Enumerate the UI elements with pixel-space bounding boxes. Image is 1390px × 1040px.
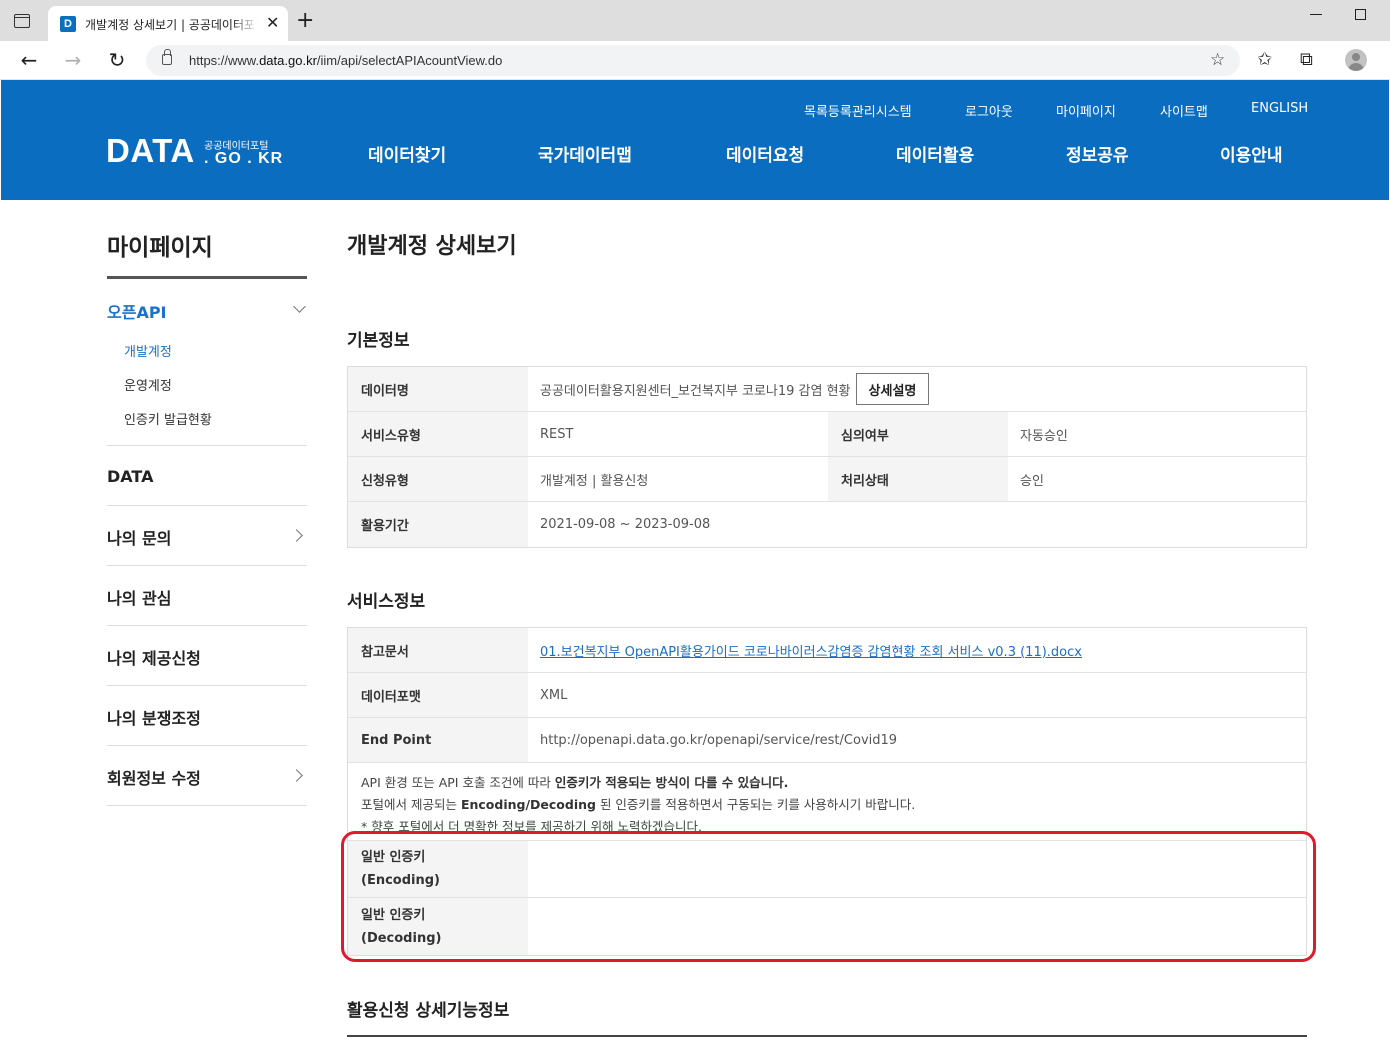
table-row: 활용기간 2021-09-08 ~ 2023-09-08 <box>348 502 1306 547</box>
sidebar-divider <box>107 805 307 806</box>
row-label: 처리상태 <box>828 457 1008 501</box>
row-label: 심의여부 <box>828 412 1008 456</box>
forward-icon[interactable]: → <box>60 48 86 72</box>
table-row: 참고문서 01.보건복지부 OpenAPI활용가이드 코로나바이러스감염증 감염… <box>348 628 1306 673</box>
sidebar-divider <box>107 625 307 626</box>
chevron-right-icon[interactable] <box>290 769 303 782</box>
site-logo[interactable]: DATA 공공데이터포털 . GO . KR <box>106 132 286 172</box>
basic-info-table: 데이터명 공공데이터활용지원센터_보건복지부 코로나19 감염 현황 상세설명 … <box>347 366 1307 548</box>
sidebar-item-my-provision[interactable]: 나의 제공신청 <box>107 645 201 669</box>
row-value: 공공데이터활용지원센터_보건복지부 코로나19 감염 현황 상세설명 <box>528 367 1306 411</box>
row-label: 활용기간 <box>348 502 528 547</box>
key-notice: API 환경 또는 API 호출 조건에 따라 인증키가 적용되는 방식이 다를… <box>348 763 1306 841</box>
row-value: XML <box>540 687 568 703</box>
row-value: REST <box>540 426 574 442</box>
util-link-logout[interactable]: 로그아웃 <box>965 101 1013 120</box>
favorites-icon[interactable]: ✩ <box>1257 50 1272 70</box>
sidebar-item-edit-member[interactable]: 회원정보 수정 <box>107 765 201 789</box>
section-title-detail-function: 활용신청 상세기능정보 <box>347 1001 510 1021</box>
row-value: 2021-09-08 ~ 2023-09-08 <box>540 517 711 532</box>
site-header: DATA 공공데이터포털 . GO . KR 목록등록관리시스템 로그아웃 마이… <box>1 80 1389 200</box>
add-favorite-icon[interactable]: ☆ <box>1210 50 1225 70</box>
table-row: 신청유형 개발계정 | 활용신청 처리상태 승인 <box>348 457 1306 502</box>
maximize-icon[interactable] <box>1355 9 1366 20</box>
address-bar[interactable]: https://www.data.go.kr/iim/api/selectAPI… <box>146 45 1240 76</box>
sidebar-item-open-api[interactable]: 오픈API <box>107 299 167 323</box>
table-row: 데이터포맷 XML <box>348 673 1306 718</box>
gnb-info-share[interactable]: 정보공유 <box>1066 141 1129 166</box>
notice-line: API 환경 또는 API 호출 조건에 따라 인증키가 적용되는 방식이 다를… <box>361 775 789 790</box>
row-label: End Point <box>348 718 528 762</box>
sidebar-divider <box>107 445 307 446</box>
sidebar-subitem-ops-account[interactable]: 운영계정 <box>124 375 172 394</box>
sidebar-title: 마이페이지 <box>107 235 213 261</box>
highlight-annotation <box>341 831 1316 962</box>
row-value: 01.보건복지부 OpenAPI활용가이드 코로나바이러스감염증 감염현황 조회… <box>528 628 1306 672</box>
section-title-service: 서비스정보 <box>347 592 426 612</box>
refresh-icon[interactable]: ↻ <box>104 48 130 72</box>
row-value: 자동승인 <box>1020 428 1068 444</box>
gnb-data-request[interactable]: 데이터요청 <box>726 141 804 166</box>
sidebar-item-data[interactable]: DATA <box>107 467 153 486</box>
tab-actions-icon[interactable] <box>14 14 30 28</box>
table-row: End Point http://openapi.data.go.kr/open… <box>348 718 1306 763</box>
sidebar-item-my-interest[interactable]: 나의 관심 <box>107 585 171 609</box>
util-link-english[interactable]: ENGLISH <box>1251 101 1308 116</box>
chevron-down-icon[interactable] <box>293 300 306 313</box>
sidebar-item-my-dispute[interactable]: 나의 분쟁조정 <box>107 705 201 729</box>
profile-icon[interactable] <box>1345 49 1367 71</box>
plus-icon[interactable]: + <box>296 10 314 32</box>
gnb-guide[interactable]: 이용안내 <box>1220 141 1283 166</box>
table-row: 서비스유형 REST 심의여부 자동승인 <box>348 412 1306 457</box>
row-label: 신청유형 <box>348 457 528 501</box>
sidebar-subitem-key-status[interactable]: 인증키 발급현황 <box>124 409 212 428</box>
sidebar-subitem-dev-account[interactable]: 개발계정 <box>124 341 172 360</box>
table-row: 데이터명 공공데이터활용지원센터_보건복지부 코로나19 감염 현황 상세설명 <box>348 367 1306 412</box>
endpoint-value[interactable]: http://openapi.data.go.kr/openapi/servic… <box>528 718 1306 762</box>
table-top-border <box>347 1035 1307 1037</box>
row-label: 참고문서 <box>348 628 528 672</box>
close-icon[interactable]: ✕ <box>266 13 279 33</box>
gnb-data-usage[interactable]: 데이터활용 <box>896 141 974 166</box>
sidebar-divider <box>107 685 307 686</box>
gnb-national-data-map[interactable]: 국가데이터맵 <box>538 141 632 166</box>
browser-toolbar: ← → ↻ https://www.data.go.kr/iim/api/sel… <box>0 41 1390 80</box>
url-text[interactable]: https://www.data.go.kr/iim/api/selectAPI… <box>189 53 502 68</box>
util-link-mypage[interactable]: 마이페이지 <box>1056 101 1116 120</box>
browser-tab-bar: D 개발계정 상세보기 | 공공데이터포털 ✕ + <box>0 0 1390 41</box>
reference-document-link[interactable]: 01.보건복지부 OpenAPI활용가이드 코로나바이러스감염증 감염현황 조회… <box>540 641 1082 660</box>
section-title-basic: 기본정보 <box>347 331 410 351</box>
notice-line: 포털에서 제공되는 Encoding/Decoding 된 인증키를 적용하면서… <box>361 797 916 812</box>
back-icon[interactable]: ← <box>16 48 42 72</box>
page-title: 개발계정 상세보기 <box>347 234 517 259</box>
sidebar-item-my-inquiry[interactable]: 나의 문의 <box>107 525 171 549</box>
collections-icon[interactable]: ⧉ <box>1300 50 1313 70</box>
data-name-value: 공공데이터활용지원센터_보건복지부 코로나19 감염 현황 <box>540 383 851 399</box>
chevron-right-icon[interactable] <box>290 529 303 542</box>
row-label: 데이터포맷 <box>348 673 528 717</box>
lock-icon[interactable] <box>162 49 172 65</box>
favicon: D <box>60 16 76 32</box>
minimize-icon[interactable] <box>1310 14 1322 15</box>
gnb-find-data[interactable]: 데이터찾기 <box>368 141 446 166</box>
row-value: 승인 <box>1020 473 1044 489</box>
sidebar-divider <box>107 276 307 279</box>
tab-title: 개발계정 상세보기 | 공공데이터포털 <box>85 16 257 33</box>
util-link-catalog[interactable]: 목록등록관리시스템 <box>804 101 912 120</box>
row-label: 데이터명 <box>348 367 528 411</box>
row-label: 서비스유형 <box>348 412 528 456</box>
browser-tab[interactable]: D 개발계정 상세보기 | 공공데이터포털 ✕ <box>48 6 288 41</box>
sidebar-divider <box>107 505 307 506</box>
sidebar-divider <box>107 745 307 746</box>
row-value: 개발계정 | 활용신청 <box>540 473 649 489</box>
sidebar-divider <box>107 565 307 566</box>
detail-description-button[interactable]: 상세설명 <box>855 373 930 405</box>
util-link-sitemap[interactable]: 사이트맵 <box>1160 101 1208 120</box>
